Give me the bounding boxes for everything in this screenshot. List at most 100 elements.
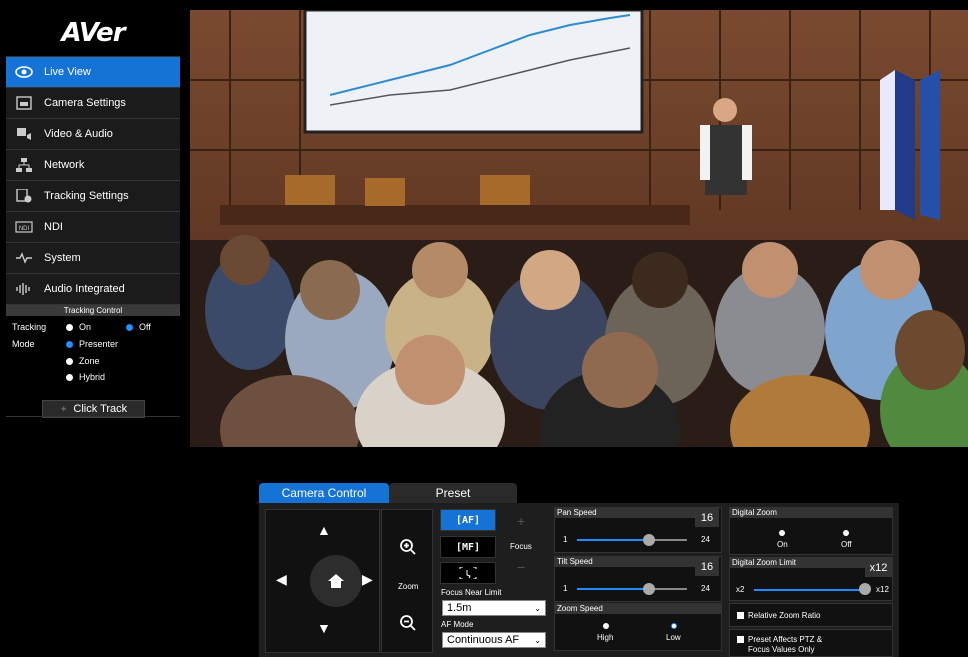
tracking-control-panel: Tracking Control Tracking Mode On Off Pr… [6, 304, 180, 418]
camera-control-panel: Camera Control Preset ▲ ▼ ◀ ▶ Zoom [AF] … [259, 483, 899, 657]
digital-zoom-limit-slider-handle[interactable] [859, 583, 871, 595]
digital-zoom-limit-max: x12 [876, 585, 889, 594]
nav-live-view[interactable]: Live View [6, 56, 180, 87]
mf-label: MF [461, 541, 475, 553]
nav-camera-settings[interactable]: Camera Settings [6, 87, 180, 118]
tracking-off-radio[interactable]: Off [126, 322, 151, 332]
zoom-out-icon[interactable] [399, 614, 417, 632]
tracking-label: Tracking [12, 322, 47, 332]
nav-label: NDI [44, 221, 63, 233]
tab-preset[interactable]: Preset [389, 483, 517, 503]
tilt-speed-max: 24 [701, 584, 710, 593]
nav-audio-integrated[interactable]: Audio Integrated [6, 273, 180, 304]
radio-dot-selected [66, 340, 73, 348]
zoom-speed-low-radio[interactable] [671, 623, 677, 629]
tilt-speed-fill [577, 588, 649, 590]
pan-left-arrow-icon[interactable]: ◀ [276, 571, 287, 588]
pan-speed-title: Pan Speed [555, 508, 695, 518]
aver-logo: AVer [61, 18, 125, 48]
preset-affects-checkbox[interactable] [737, 636, 744, 643]
digital-zoom-title: Digital Zoom [730, 508, 892, 518]
digital-zoom-limit-fill [754, 589, 862, 591]
tracking-on-radio[interactable]: On [66, 322, 91, 332]
focus-adjust: + Focus − [497, 509, 547, 585]
digital-zoom-limit-min: x2 [736, 585, 745, 594]
digital-zoom-on-radio[interactable] [779, 530, 785, 536]
svg-text:NDI: NDI [19, 226, 30, 232]
mode-zone-radio[interactable]: Zone [66, 356, 100, 366]
tilt-speed-min: 1 [563, 584, 568, 593]
tilt-speed-value: 16 [695, 557, 719, 576]
system-icon [14, 251, 34, 265]
video-audio-icon [14, 127, 34, 141]
chevron-down-icon: ⌄ [534, 635, 541, 645]
zoom-speed-low-label: Low [666, 633, 681, 642]
af-button[interactable]: [AF] [440, 509, 496, 531]
radio-dot [66, 323, 73, 331]
touch-focus-icon [459, 567, 477, 579]
nav-label: System [44, 252, 81, 264]
focus-near-limit-select[interactable]: 1.5m ⌄ [442, 600, 546, 616]
digital-zoom-off-radio[interactable] [843, 530, 849, 536]
nav-label: Network [44, 159, 85, 171]
pan-speed-fill [577, 539, 649, 541]
mode-hybrid-radio[interactable]: Hybrid [66, 372, 105, 382]
live-video-view[interactable] [190, 10, 968, 447]
mode-presenter-radio[interactable]: Presenter [66, 339, 118, 349]
zoom-in-icon[interactable] [399, 538, 417, 556]
audio-integrated-icon [14, 282, 34, 296]
zoom-speed-high-radio[interactable] [603, 623, 609, 629]
focus-minus-icon[interactable]: − [517, 559, 525, 575]
nav-label: Tracking Settings [44, 190, 129, 202]
pan-speed-max: 24 [701, 535, 710, 544]
tracking-control-title: Tracking Control [6, 305, 180, 316]
divider [6, 416, 180, 417]
sidebar: AVer Live View Camera Settings Video & A… [6, 10, 180, 657]
nav-tracking-settings[interactable]: Tracking Settings [6, 180, 180, 211]
tracking-settings-icon [14, 189, 34, 203]
af-mode-label: AF Mode [441, 620, 474, 629]
camera-control-body: ▲ ▼ ◀ ▶ Zoom [AF] [MF] + Focus − Focus N… [259, 503, 899, 657]
mode-label: Mode [12, 339, 35, 349]
nav-network[interactable]: Network [6, 149, 180, 180]
focus-plus-icon[interactable]: + [517, 513, 525, 529]
tilt-speed-slider-handle[interactable] [643, 583, 655, 595]
tab-camera-control[interactable]: Camera Control [259, 483, 389, 503]
relative-zoom-label: Relative Zoom Ratio [748, 611, 821, 620]
zoom-label: Zoom [398, 582, 419, 591]
radio-dot [66, 357, 73, 365]
nav-label: Live View [44, 66, 91, 78]
one-push-focus-button[interactable] [440, 562, 496, 584]
nav-label: Video & Audio [44, 128, 113, 140]
zoom-speed-section: Zoom Speed High Low [554, 603, 722, 651]
tilt-speed-section: Tilt Speed 16 1 24 [554, 556, 722, 602]
radio-label: On [79, 322, 92, 332]
radio-label: Off [139, 322, 151, 332]
mf-button[interactable]: [MF] [440, 536, 496, 558]
pan-right-arrow-icon[interactable]: ▶ [362, 571, 373, 588]
click-track-label: Click Track [73, 403, 128, 415]
pan-down-arrow-icon[interactable]: ▼ [317, 620, 331, 636]
preset-affects-label-line2: Focus Values Only [748, 645, 815, 654]
nav-system[interactable]: System [6, 242, 180, 273]
af-mode-select[interactable]: Continuous AF ⌄ [442, 632, 546, 648]
nav-label: Camera Settings [44, 97, 126, 109]
radio-label: Zone [79, 356, 100, 366]
pan-up-arrow-icon[interactable]: ▲ [317, 522, 331, 538]
ptz-pad: ▲ ▼ ◀ ▶ [265, 509, 380, 653]
eye-icon [14, 65, 34, 79]
zoom-control: Zoom [381, 509, 433, 653]
select-value: Continuous AF [447, 634, 520, 646]
nav-video-audio[interactable]: Video & Audio [6, 118, 180, 149]
pan-speed-slider-handle[interactable] [643, 534, 655, 546]
nav-ndi[interactable]: NDI NDI [6, 211, 180, 242]
digital-zoom-section: Digital Zoom On Off [729, 507, 893, 555]
zoom-speed-title: Zoom Speed [555, 604, 721, 614]
home-button[interactable] [310, 555, 362, 607]
relative-zoom-option: Relative Zoom Ratio [729, 603, 893, 627]
digital-zoom-limit-title: Digital Zoom Limit [730, 558, 865, 568]
chevron-down-icon: ⌄ [534, 603, 541, 613]
relative-zoom-checkbox[interactable] [737, 612, 744, 619]
focus-label: Focus [510, 542, 532, 551]
home-icon [328, 574, 344, 588]
